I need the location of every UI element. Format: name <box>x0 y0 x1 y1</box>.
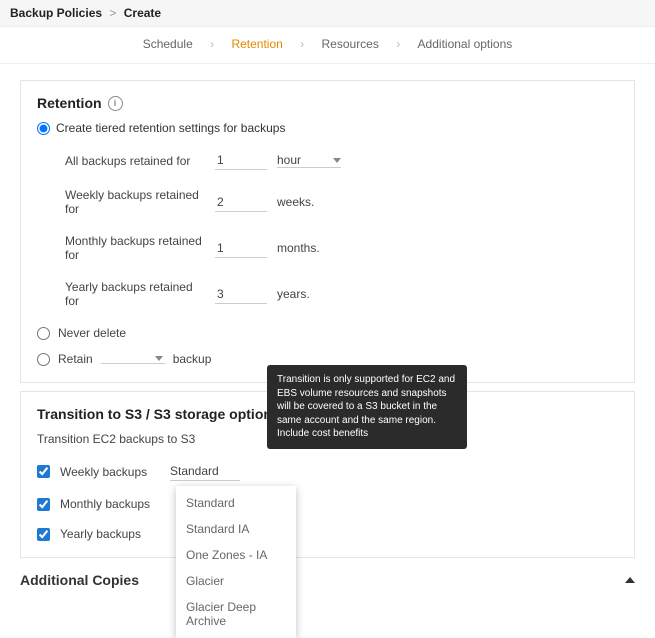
dropdown-option[interactable]: Glacier <box>176 568 296 594</box>
all-backups-input[interactable] <box>215 151 267 170</box>
s3-weekly-storage-select[interactable]: Standard <box>170 462 240 481</box>
chevron-down-icon <box>333 158 341 163</box>
radio-retain[interactable]: Retain backup <box>37 352 618 366</box>
step-retention[interactable]: Retention <box>231 37 282 51</box>
s3-title: Transition to S3 / S3 storage options <box>37 406 280 422</box>
caret-up-icon <box>625 577 635 583</box>
breadcrumb-bar: Backup Policies > Create <box>0 0 655 27</box>
monthly-backups-label: Monthly backups retained for <box>65 234 205 262</box>
retention-title: Retention <box>37 95 102 111</box>
retain-suffix: backup <box>173 352 212 366</box>
retain-count-select[interactable] <box>101 354 165 364</box>
breadcrumb-parent[interactable]: Backup Policies <box>10 6 102 20</box>
breadcrumb-current: Create <box>124 6 161 20</box>
radio-never-delete[interactable]: Never delete <box>37 326 618 340</box>
s3-weekly-label: Weekly backups <box>60 465 160 479</box>
step-schedule[interactable]: Schedule <box>143 37 193 51</box>
weekly-backups-unit: weeks. <box>277 195 314 209</box>
radio-never-delete-input[interactable] <box>37 327 50 340</box>
yearly-backups-label: Yearly backups retained for <box>65 280 205 308</box>
weekly-backups-input[interactable] <box>215 193 267 212</box>
chevron-down-icon <box>155 356 163 361</box>
radio-tiered[interactable]: Create tiered retention settings for bac… <box>37 121 618 135</box>
radio-retain-input[interactable] <box>37 353 50 366</box>
dropdown-option[interactable]: Standard IA <box>176 516 296 542</box>
retention-panel: Retention i Create tiered retention sett… <box>20 80 635 383</box>
s3-weekly-checkbox[interactable] <box>37 465 50 478</box>
step-resources[interactable]: Resources <box>322 37 379 51</box>
breadcrumb: Backup Policies > Create <box>10 6 161 20</box>
weekly-backups-label: Weekly backups retained for <box>65 188 205 216</box>
s3-info-tooltip: Transition is only supported for EC2 and… <box>267 365 467 449</box>
radio-retain-label: Retain <box>58 352 93 366</box>
dropdown-option[interactable]: Standard <box>176 490 296 516</box>
monthly-backups-input[interactable] <box>215 239 267 258</box>
yearly-backups-unit: years. <box>277 287 310 301</box>
additional-copies-accordion[interactable]: Additional Copies <box>20 572 635 588</box>
step-additional-options[interactable]: Additional options <box>418 37 513 51</box>
dropdown-option[interactable]: Glacier Deep Archive <box>176 594 296 634</box>
monthly-backups-unit: months. <box>277 241 320 255</box>
s3-panel: Transition is only supported for EC2 and… <box>20 391 635 558</box>
all-backups-label: All backups retained for <box>65 154 205 168</box>
radio-tiered-input[interactable] <box>37 122 50 135</box>
s3-yearly-label: Yearly backups <box>60 527 160 541</box>
breadcrumb-sep: > <box>109 6 116 20</box>
additional-copies-title: Additional Copies <box>20 572 139 588</box>
info-icon[interactable]: i <box>108 96 123 111</box>
storage-class-dropdown[interactable]: Standard Standard IA One Zones - IA Glac… <box>176 486 296 638</box>
s3-monthly-label: Monthly backups <box>60 497 160 511</box>
chevron-right-icon: › <box>300 37 304 51</box>
yearly-backups-input[interactable] <box>215 285 267 304</box>
all-backups-unit-select[interactable]: hour <box>277 153 341 168</box>
radio-tiered-label: Create tiered retention settings for bac… <box>56 121 285 135</box>
wizard-steps: Schedule › Retention › Resources › Addit… <box>0 27 655 64</box>
chevron-right-icon: › <box>396 37 400 51</box>
chevron-right-icon: › <box>210 37 214 51</box>
radio-never-delete-label: Never delete <box>58 326 126 340</box>
s3-yearly-checkbox[interactable] <box>37 528 50 541</box>
dropdown-option[interactable]: One Zones - IA <box>176 542 296 568</box>
s3-monthly-checkbox[interactable] <box>37 498 50 511</box>
all-backups-unit: hour <box>277 153 301 167</box>
